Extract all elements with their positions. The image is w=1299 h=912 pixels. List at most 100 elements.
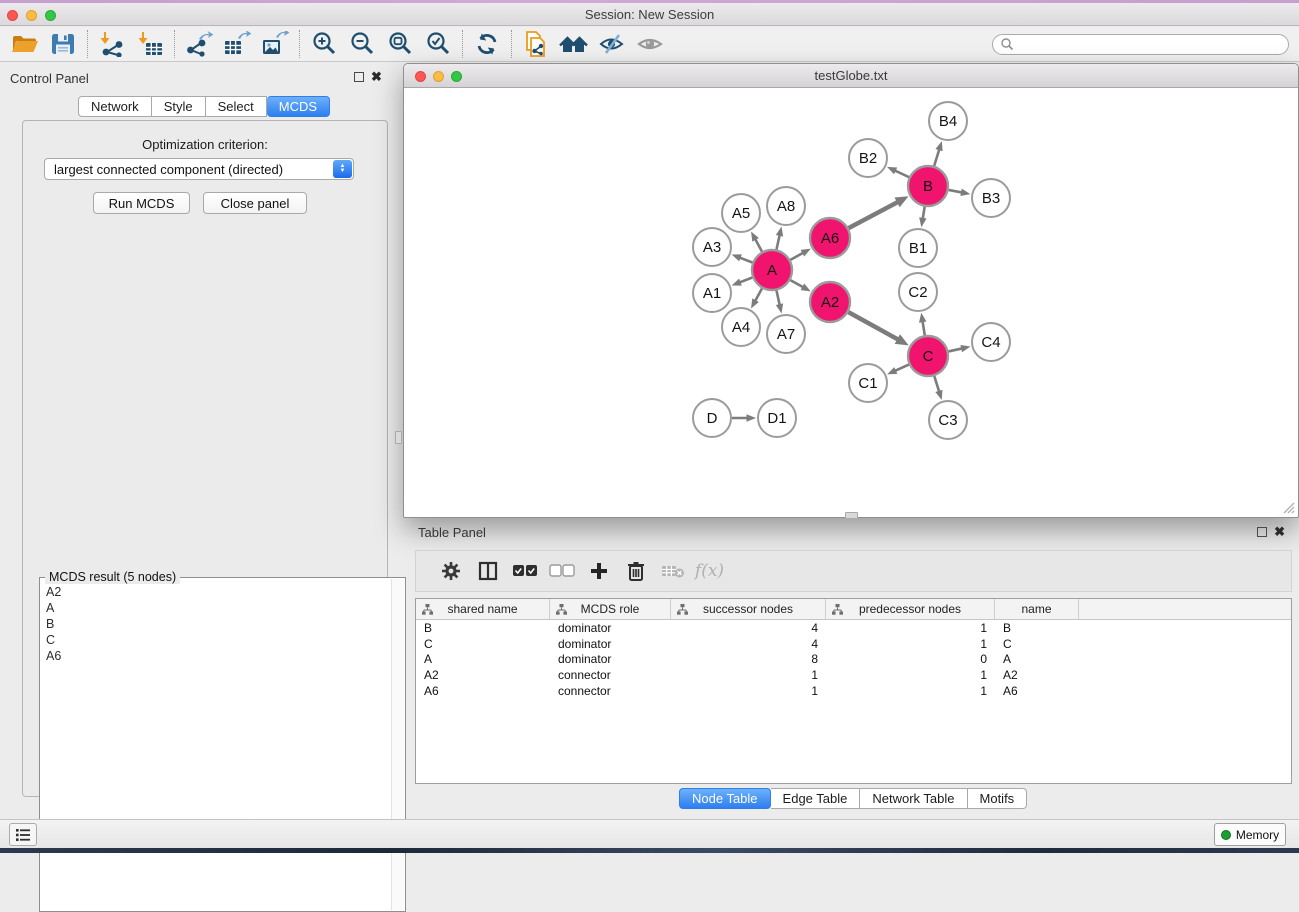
cell-successor-nodes[interactable]: 4: [671, 621, 826, 635]
hide-selected-icon[interactable]: [593, 29, 631, 59]
edge-A-A6[interactable]: [790, 252, 804, 260]
cell-MCDS-role[interactable]: dominator: [550, 621, 671, 635]
first-neighbors-icon[interactable]: [555, 29, 593, 59]
edge-A-A3[interactable]: [739, 257, 753, 262]
mcds-result-item[interactable]: A2: [43, 584, 390, 600]
new-network-from-selection-icon[interactable]: [517, 29, 555, 59]
split-divider-handle-horizontal[interactable]: [845, 512, 858, 519]
cell-MCDS-role[interactable]: connector: [550, 668, 671, 682]
cell-MCDS-role[interactable]: dominator: [550, 637, 671, 651]
select-all-checks-icon[interactable]: [506, 555, 543, 587]
zoom-selected-icon[interactable]: [419, 29, 457, 59]
cell-name[interactable]: C: [995, 637, 1079, 651]
close-panel-button[interactable]: Close panel: [203, 192, 307, 214]
cell-MCDS-role[interactable]: dominator: [550, 652, 671, 666]
export-table-icon[interactable]: [218, 29, 256, 59]
show-all-icon[interactable]: [631, 29, 669, 59]
cell-MCDS-role[interactable]: connector: [550, 684, 671, 698]
edge-B-B4[interactable]: [934, 148, 939, 166]
mcds-result-item[interactable]: C: [43, 632, 390, 648]
cell-name[interactable]: B: [995, 621, 1079, 635]
cell-predecessor-nodes[interactable]: 0: [826, 652, 995, 666]
tab-network[interactable]: Network: [78, 96, 152, 117]
edge-A2-C[interactable]: [848, 312, 899, 340]
edge-A6-B[interactable]: [849, 201, 899, 228]
edge-A-A2[interactable]: [790, 280, 804, 288]
table-row[interactable]: Adominator80A: [416, 652, 1291, 668]
import-table-icon[interactable]: [131, 29, 169, 59]
mcds-result-item[interactable]: A: [43, 600, 390, 616]
column-header-successor-nodes[interactable]: successor nodes: [671, 599, 826, 619]
edge-B-B3[interactable]: [949, 190, 963, 193]
table-tab-edge-table[interactable]: Edge Table: [771, 788, 861, 809]
table-tab-motifs[interactable]: Motifs: [968, 788, 1028, 809]
column-header-name[interactable]: name: [995, 599, 1079, 619]
table-row[interactable]: Bdominator41B: [416, 620, 1291, 636]
mcds-result-item[interactable]: B: [43, 616, 390, 632]
cell-predecessor-nodes[interactable]: 1: [826, 668, 995, 682]
edge-B-B2[interactable]: [894, 170, 909, 177]
zoom-out-icon[interactable]: [343, 29, 381, 59]
edge-A-A4[interactable]: [755, 288, 762, 302]
edge-A-A5[interactable]: [755, 238, 762, 252]
float-panel-icon[interactable]: [354, 72, 364, 82]
table-tab-network-table[interactable]: Network Table: [860, 788, 967, 809]
edge-A-A8[interactable]: [776, 234, 779, 250]
cell-shared-name[interactable]: C: [416, 637, 550, 651]
cell-successor-nodes[interactable]: 4: [671, 637, 826, 651]
tab-mcds[interactable]: MCDS: [267, 96, 330, 117]
import-network-icon[interactable]: [93, 29, 131, 59]
column-header-MCDS-role[interactable]: MCDS role: [550, 599, 671, 619]
optimization-criterion-dropdown[interactable]: largest connected component (directed) ▲…: [44, 158, 354, 180]
window-resize-grip[interactable]: [1282, 501, 1295, 514]
cell-predecessor-nodes[interactable]: 1: [826, 637, 995, 651]
open-session-icon[interactable]: [6, 29, 44, 59]
show-columns-icon[interactable]: [469, 555, 506, 587]
refresh-icon[interactable]: [468, 29, 506, 59]
mcds-result-item[interactable]: A6: [43, 648, 390, 664]
search-box[interactable]: [992, 34, 1289, 55]
table-row[interactable]: Cdominator41C: [416, 636, 1291, 652]
table-row[interactable]: A6connector11A6: [416, 683, 1291, 699]
save-session-icon[interactable]: [44, 29, 82, 59]
edge-A-A1[interactable]: [739, 278, 753, 283]
tab-select[interactable]: Select: [206, 96, 267, 117]
cell-name[interactable]: A6: [995, 684, 1079, 698]
edge-C-C3[interactable]: [934, 376, 939, 393]
deselect-all-checks-icon[interactable]: [543, 555, 580, 587]
export-network-icon[interactable]: [180, 29, 218, 59]
cell-shared-name[interactable]: A6: [416, 684, 550, 698]
export-image-icon[interactable]: [256, 29, 294, 59]
cell-predecessor-nodes[interactable]: 1: [826, 621, 995, 635]
tab-style[interactable]: Style: [152, 96, 206, 117]
network-canvas[interactable]: B4B2BB3A8A5A6A3B1AC2A1A2A4A7C4CC1C3DD1: [405, 89, 1297, 516]
add-column-icon[interactable]: [580, 555, 617, 587]
network-graph[interactable]: B4B2BB3A8A5A6A3B1AC2A1A2A4A7C4CC1C3DD1: [405, 89, 1299, 518]
table-row[interactable]: A2connector11A2: [416, 667, 1291, 683]
cell-shared-name[interactable]: A: [416, 652, 550, 666]
edge-A-A7[interactable]: [776, 291, 779, 307]
cell-shared-name[interactable]: A2: [416, 668, 550, 682]
close-panel-icon[interactable]: ✖: [371, 72, 382, 82]
cell-successor-nodes[interactable]: 1: [671, 668, 826, 682]
float-panel-icon[interactable]: [1257, 527, 1267, 537]
split-divider-handle-vertical[interactable]: [395, 431, 402, 444]
table-tab-node-table[interactable]: Node Table: [679, 788, 771, 809]
edge-C-C4[interactable]: [948, 348, 963, 351]
cell-successor-nodes[interactable]: 1: [671, 684, 826, 698]
cell-name[interactable]: A: [995, 652, 1079, 666]
search-input[interactable]: [1014, 36, 1288, 53]
network-window-titlebar[interactable]: testGlobe.txt: [404, 64, 1298, 88]
table-options-gear-icon[interactable]: [432, 555, 469, 587]
close-panel-icon[interactable]: ✖: [1274, 527, 1285, 537]
zoom-in-icon[interactable]: [305, 29, 343, 59]
cell-shared-name[interactable]: B: [416, 621, 550, 635]
column-header-predecessor-nodes[interactable]: predecessor nodes: [826, 599, 995, 619]
cell-predecessor-nodes[interactable]: 1: [826, 684, 995, 698]
cell-successor-nodes[interactable]: 8: [671, 652, 826, 666]
run-mcds-button[interactable]: Run MCDS: [93, 192, 190, 214]
edge-C-C2[interactable]: [922, 320, 924, 335]
delete-table-icon[interactable]: [654, 555, 691, 587]
memory-button[interactable]: Memory: [1214, 823, 1286, 846]
edge-C-C1[interactable]: [894, 365, 909, 372]
